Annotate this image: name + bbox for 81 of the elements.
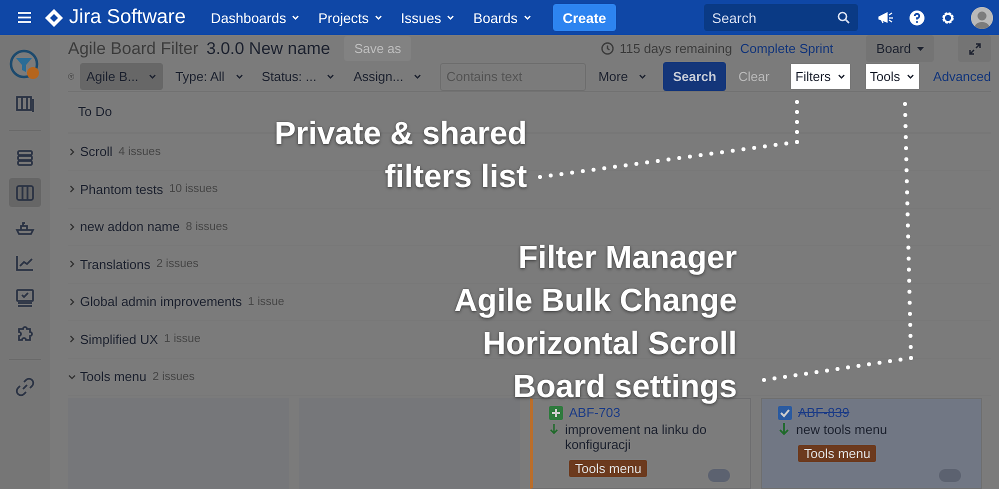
swimlane-name[interactable]: Phantom tests (80, 182, 164, 197)
more-dropdown[interactable]: More (592, 63, 653, 90)
chevron-icon[interactable] (68, 185, 76, 194)
chevron-icon[interactable] (68, 298, 76, 306)
issue-key[interactable]: ABF-703 (569, 405, 620, 420)
caret-icon (917, 46, 924, 51)
annotation-text: Horizontal Scroll (482, 324, 737, 363)
nav-menu[interactable]: Boards (464, 10, 541, 26)
columns-icon[interactable] (15, 94, 35, 114)
board-name: 3.0.0 New name (206, 38, 330, 59)
remaining-text: 115 days remaining (620, 41, 732, 56)
plus-icon (549, 406, 563, 420)
annotation-text: filters list (384, 157, 527, 196)
search-field[interactable]: Search (704, 4, 858, 31)
board-icon[interactable] (15, 182, 35, 202)
chevron-icon[interactable] (68, 260, 76, 268)
swimlane-name[interactable]: Translations (80, 256, 150, 272)
search-button[interactable]: Search (662, 62, 726, 92)
annotation-text: Filter Manager (517, 238, 737, 277)
complete-sprint-link[interactable]: Complete Sprint (740, 41, 834, 56)
chevron-icon (446, 13, 456, 22)
link-icon[interactable] (15, 376, 35, 396)
create-button[interactable]: Create (552, 4, 616, 31)
expand-icon (968, 42, 980, 55)
nav-menu[interactable]: Projects (309, 10, 392, 26)
chevron-icon (906, 72, 916, 82)
brand-name[interactable]: Jira Software (69, 6, 186, 29)
issue-label: Tools menu (798, 445, 876, 462)
chevron-icon[interactable] (68, 372, 76, 381)
chevron-icon[interactable] (68, 148, 76, 156)
nav-menu[interactable]: Dashboards (202, 10, 310, 26)
menu-icon[interactable] (18, 12, 31, 23)
arrow-down-icon (549, 422, 559, 436)
page-title: Agile Board Filter (68, 38, 198, 59)
avatar-icon[interactable] (971, 6, 993, 28)
chevron-icon[interactable] (68, 335, 76, 344)
filter-dropdown[interactable]: Agile B... (80, 63, 164, 90)
logo-icon (45, 8, 63, 26)
help-icon[interactable] (909, 10, 925, 26)
swimlane-name[interactable]: Simplified UX (80, 332, 158, 347)
swimlane-name[interactable]: new addon name (80, 219, 180, 234)
column-header: To Do (78, 104, 112, 120)
board-button[interactable]: Board (866, 35, 934, 62)
monitor-icon[interactable] (15, 288, 35, 308)
clock-icon (600, 42, 614, 56)
swimlane-name[interactable]: Tools menu (80, 369, 146, 384)
arrow-down-icon (778, 422, 790, 436)
annotation-text: Agile Bulk Change (454, 281, 737, 320)
chevron-icon (836, 72, 846, 82)
issue-summary: new tools menu (796, 422, 888, 437)
search-icon (837, 11, 850, 24)
filter-dropdown[interactable]: Type: All (169, 63, 250, 90)
chevron-icon (522, 13, 532, 22)
sidebar-item[interactable] (9, 178, 41, 207)
issue-card[interactable]: ABF-839 new tools menu Tools menu (761, 398, 982, 489)
stack-icon[interactable] (15, 148, 35, 168)
checkbox-icon (778, 406, 792, 420)
chevron-icon (148, 72, 158, 82)
advanced-link[interactable]: Advanced (933, 69, 991, 84)
chevron-icon (413, 72, 422, 82)
filter-dropdown[interactable]: Status: ... (256, 63, 342, 90)
menu-dropdown[interactable]: Filters (791, 64, 850, 90)
megaphone-icon[interactable] (878, 10, 894, 24)
chevron-icon[interactable] (68, 222, 76, 231)
toggle-icon (708, 469, 730, 482)
chevron-icon (326, 72, 336, 82)
expand-button[interactable] (958, 35, 991, 62)
swimlane-name[interactable]: Scroll (80, 144, 113, 160)
chevron-icon (291, 13, 300, 22)
annotation-text: Private & shared (274, 114, 527, 153)
issue-label: Tools menu (569, 460, 648, 477)
filter-dropdown[interactable]: Assign... (347, 63, 428, 90)
chevron-icon (638, 72, 647, 82)
chevron-icon (234, 72, 244, 82)
menu-dropdown[interactable]: Tools (866, 64, 920, 90)
nav-menu[interactable]: Issues (392, 10, 464, 26)
issue-summary: improvement na linku do konfiguracji (564, 422, 708, 452)
settings-icon[interactable] (940, 10, 956, 26)
swimlane-name[interactable]: Global admin improvements (80, 294, 242, 310)
issue-key[interactable]: ABF-839 (798, 405, 850, 420)
chevron-icon (374, 13, 383, 22)
